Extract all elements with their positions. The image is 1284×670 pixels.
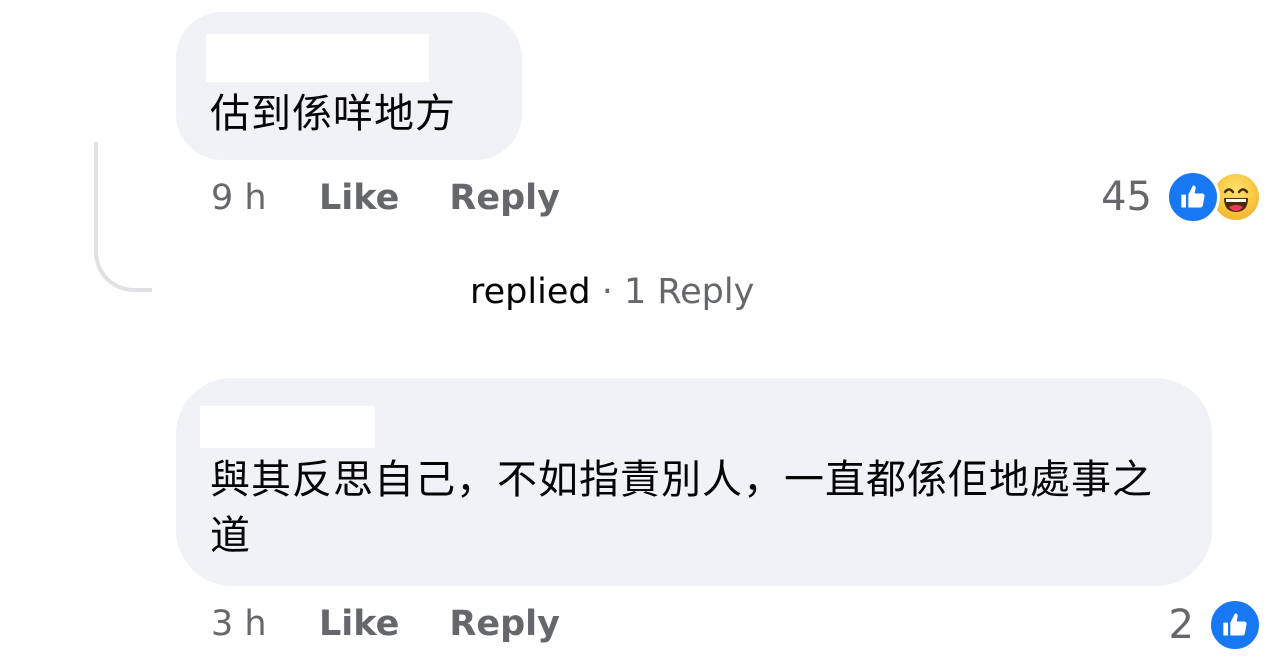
- comment-text: 估到係咩地方: [210, 91, 456, 137]
- reaction-summary[interactable]: 2: [1169, 598, 1262, 652]
- redacted-author-name: [200, 406, 375, 448]
- replied-label: replied: [470, 272, 591, 312]
- view-replies-link[interactable]: replied · 1 Reply: [470, 272, 754, 312]
- comment-thread: 估到係咩地方 9 h Like Reply 45 replied · 1 Rep…: [0, 0, 1284, 670]
- like-icon: [1166, 170, 1220, 224]
- reply-button[interactable]: Reply: [449, 604, 560, 644]
- reply-button[interactable]: Reply: [449, 178, 560, 218]
- comment-bubble: 與其反思自己，不如指責別人，一直都係佢地處事之道: [176, 378, 1212, 586]
- like-button[interactable]: Like: [319, 178, 399, 218]
- like-icon: [1208, 598, 1262, 652]
- comment-text: 與其反思自己，不如指責別人，一直都係佢地處事之道: [210, 457, 1153, 559]
- comment-timestamp[interactable]: 3 h: [211, 604, 319, 644]
- reply-count-label: 1 Reply: [624, 272, 755, 312]
- reaction-count: 2: [1168, 602, 1194, 648]
- redacted-author-name: [206, 34, 429, 82]
- thread-connector-line: [94, 142, 152, 292]
- reaction-count: 45: [1101, 174, 1152, 220]
- comment-bubble: 估到係咩地方: [176, 12, 522, 160]
- comment-actions: 3 h Like Reply: [211, 604, 610, 644]
- reaction-summary[interactable]: 45: [1101, 170, 1262, 224]
- like-button[interactable]: Like: [319, 604, 399, 644]
- separator-dot: ·: [601, 272, 613, 312]
- comment-actions: 9 h Like Reply: [211, 178, 610, 218]
- comment-timestamp[interactable]: 9 h: [211, 178, 319, 218]
